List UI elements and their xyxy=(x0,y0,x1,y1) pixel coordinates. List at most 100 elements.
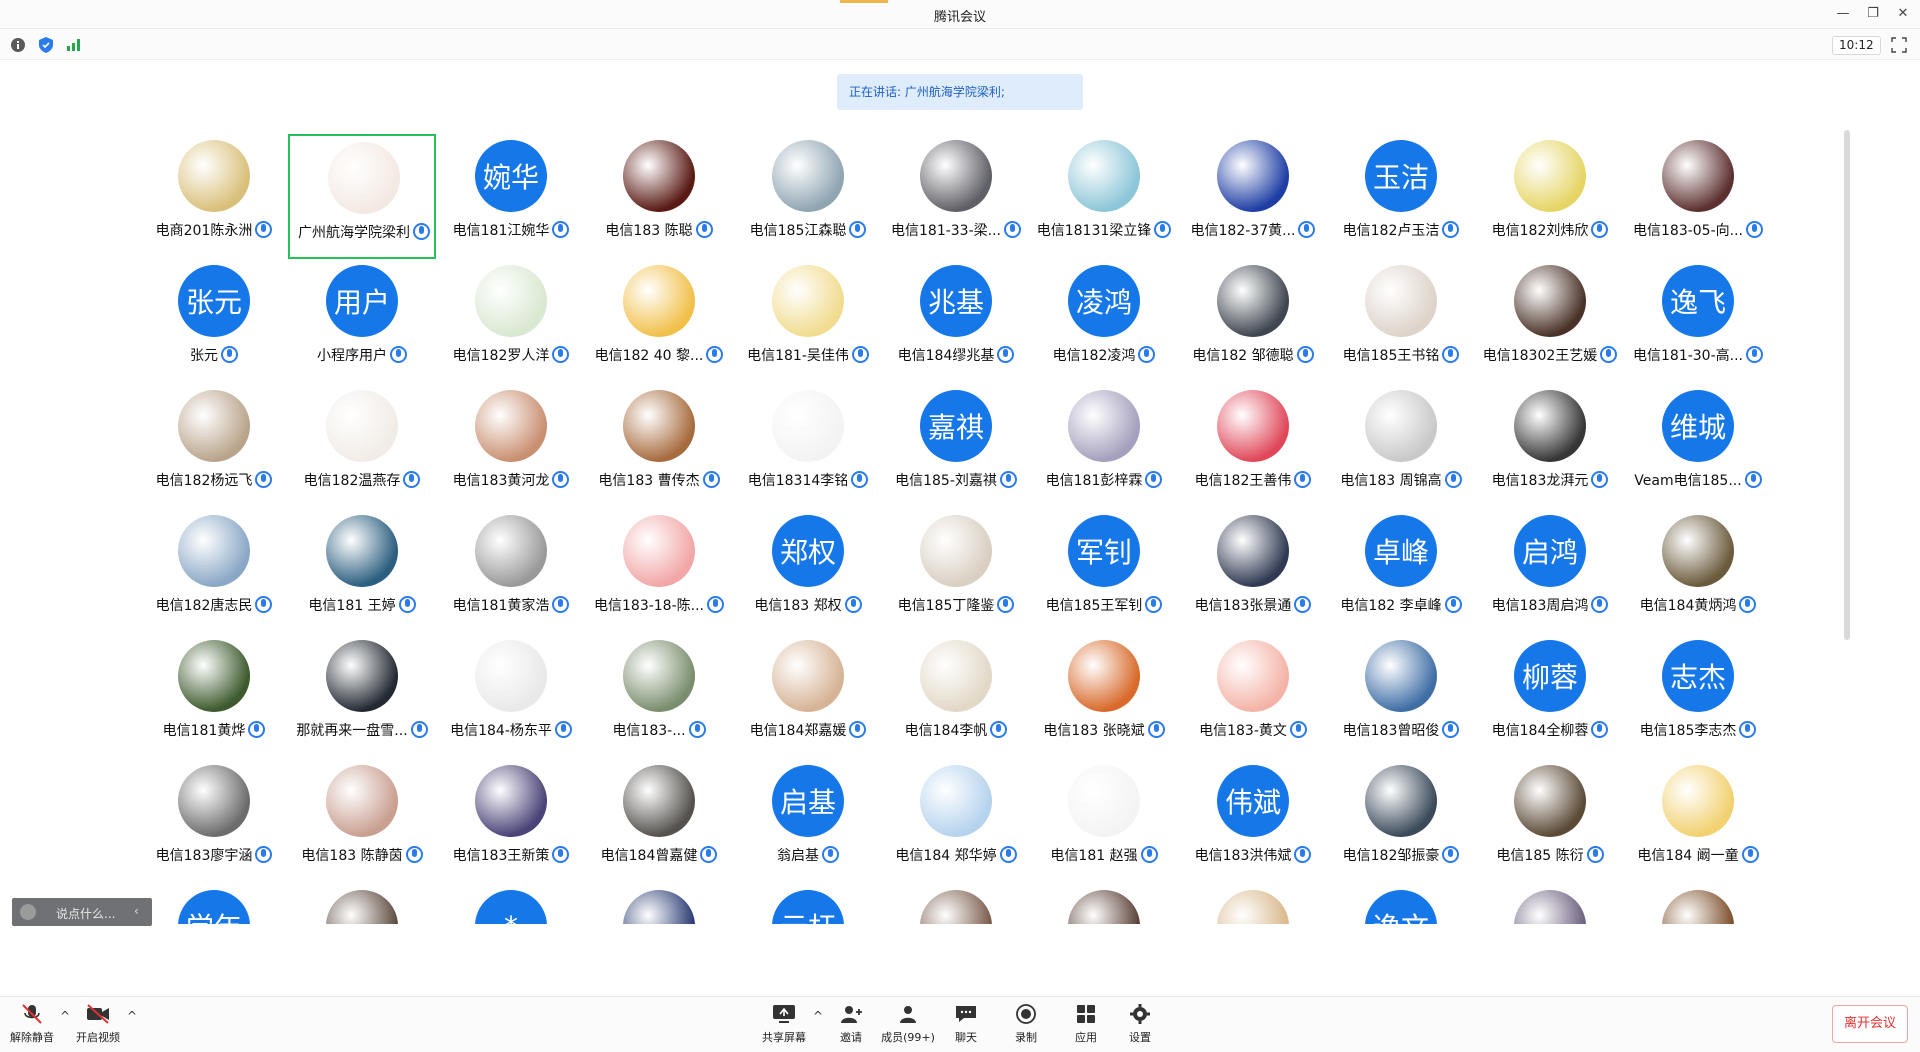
participant-tile[interactable]: 电信183 曹传杰 xyxy=(585,384,733,509)
share-screen-button[interactable]: 共享屏幕 xyxy=(756,1003,812,1045)
participant-tile[interactable]: 电信184曾嘉健 xyxy=(585,759,733,884)
participant-tile[interactable]: 郑权 电信183 郑权 xyxy=(734,509,882,634)
participant-tile[interactable]: 电信184李帆 xyxy=(882,634,1030,759)
participant-tile[interactable]: 电信185 陈衍 xyxy=(1476,759,1624,884)
participant-tile[interactable] xyxy=(882,884,1030,924)
participant-tile[interactable]: 电信183廖宇涵 xyxy=(140,759,288,884)
minimize-button[interactable]: — xyxy=(1832,4,1854,24)
participant-tile[interactable]: 兆基 电信184缪兆基 xyxy=(882,259,1030,384)
participant-tile[interactable]: 电信184 阚一童 xyxy=(1624,759,1772,884)
participant-tile[interactable]: 凌鸿 电信182凌鸿 xyxy=(1030,259,1178,384)
chat-button[interactable]: 聊天 xyxy=(938,1003,994,1045)
participant-tile[interactable]: 电信181-33-梁... xyxy=(882,134,1030,259)
participant-tile[interactable]: 维城 Veam电信185... xyxy=(1624,384,1772,509)
participant-tile[interactable]: 电信18131梁立锋 xyxy=(1030,134,1178,259)
security-shield-icon[interactable] xyxy=(37,36,55,54)
participant-tile[interactable]: 电信183-... xyxy=(585,634,733,759)
participant-tile[interactable]: 张元 张元 xyxy=(140,259,288,384)
leave-meeting-button[interactable]: 离开会议 xyxy=(1832,1005,1908,1043)
participant-tile[interactable]: 电信182 40 黎... xyxy=(585,259,733,384)
participant-tile[interactable]: 电信181黄家浩 xyxy=(437,509,585,634)
participant-tile[interactable]: 电信181 王婷 xyxy=(288,509,436,634)
participant-tile[interactable]: 启基 翁启基 xyxy=(734,759,882,884)
participant-tile[interactable]: 用户 小程序用户 xyxy=(288,259,436,384)
participant-tile[interactable] xyxy=(585,884,733,924)
participant-tile[interactable]: 电信183张景通 xyxy=(1179,509,1327,634)
participant-tile[interactable]: 逸飞 电信181-30-高... xyxy=(1624,259,1772,384)
participant-tile[interactable]: 志杰 电信185李志杰 xyxy=(1624,634,1772,759)
participant-tile[interactable]: 电信184 郑华婷 xyxy=(882,759,1030,884)
participant-tile[interactable]: 电信183 陈静茵 xyxy=(288,759,436,884)
start-video-button[interactable]: 开启视频 xyxy=(70,1003,126,1045)
participant-tile[interactable] xyxy=(288,884,436,924)
network-signal-icon[interactable] xyxy=(64,36,82,54)
participant-tile[interactable]: 伟斌 电信183洪伟斌 xyxy=(1179,759,1327,884)
participant-tile[interactable]: 电信184郑嘉媛 xyxy=(734,634,882,759)
participant-tile[interactable]: 电信181 赵强 xyxy=(1030,759,1178,884)
participant-tile[interactable]: 电信182刘炜欣 xyxy=(1476,134,1624,259)
participant-tile[interactable]: 电商201陈永洲 xyxy=(140,134,288,259)
participant-tile[interactable]: 电信183-18-陈... xyxy=(585,509,733,634)
participant-tile[interactable]: 婉华 电信181江婉华 xyxy=(437,134,585,259)
participant-tile[interactable]: 电信181-吴佳伟 xyxy=(734,259,882,384)
participant-tile[interactable]: 电信183王新策 xyxy=(437,759,585,884)
participant-tile[interactable]: 学年 xyxy=(140,884,288,924)
grid-scrollbar[interactable] xyxy=(1844,130,1850,640)
participant-tile[interactable]: 电信183黄河龙 xyxy=(437,384,585,509)
participant-tile[interactable]: 电信183-05-向... xyxy=(1624,134,1772,259)
audio-options-chevron-icon[interactable]: ^ xyxy=(60,1009,70,1023)
participant-tile[interactable]: 电信182罗人洋 xyxy=(437,259,585,384)
participant-tile[interactable]: 云杆 xyxy=(734,884,882,924)
participant-tile[interactable]: 玉洁 电信182卢玉洁 xyxy=(1327,134,1475,259)
participant-tile[interactable]: 电信183-黄文 xyxy=(1179,634,1327,759)
participant-tile[interactable]: 电信183 张晓斌 xyxy=(1030,634,1178,759)
participant-tile[interactable]: 电信184-杨东平 xyxy=(437,634,585,759)
participant-tile[interactable]: 柳蓉 电信184全柳蓉 xyxy=(1476,634,1624,759)
chat-input[interactable]: 说点什么... ‹ xyxy=(12,898,152,926)
participant-tile[interactable]: 电信18302王艺媛 xyxy=(1476,259,1624,384)
participant-tile[interactable]: 卓峰 电信182 李卓峰 xyxy=(1327,509,1475,634)
participant-tile[interactable]: 电信182唐志民 xyxy=(140,509,288,634)
settings-button[interactable]: 设置 xyxy=(1112,1003,1168,1045)
participant-tile[interactable]: 电信182杨远飞 xyxy=(140,384,288,509)
participant-tile[interactable] xyxy=(1030,884,1178,924)
members-button[interactable]: 成员(99+) xyxy=(880,1003,936,1045)
participant-tile[interactable]: 电信182王善伟 xyxy=(1179,384,1327,509)
participant-tile[interactable] xyxy=(1179,884,1327,924)
info-icon[interactable] xyxy=(9,36,27,54)
participant-tile[interactable]: 军钊 电信185王军钊 xyxy=(1030,509,1178,634)
invite-button[interactable]: 邀请 xyxy=(823,1003,879,1045)
participant-tile[interactable]: 逸文 xyxy=(1327,884,1475,924)
participant-tile[interactable] xyxy=(1476,884,1624,924)
participant-tile[interactable]: 电信182温燕存 xyxy=(288,384,436,509)
collapse-chevron-icon[interactable]: ‹ xyxy=(134,904,139,918)
participant-tile[interactable]: 电信185丁隆鉴 xyxy=(882,509,1030,634)
participant-tile[interactable]: 电信182邹振豪 xyxy=(1327,759,1475,884)
maximize-button[interactable]: ❐ xyxy=(1862,4,1884,24)
participant-tile[interactable]: 电信185王书铭 xyxy=(1327,259,1475,384)
participant-tile[interactable]: * xyxy=(437,884,585,924)
emoji-icon[interactable] xyxy=(20,904,36,920)
participant-tile[interactable]: 电信183 陈聪 xyxy=(585,134,733,259)
participant-tile[interactable]: 嘉祺 电信185-刘嘉祺 xyxy=(882,384,1030,509)
participant-tile[interactable] xyxy=(1624,884,1772,924)
participant-tile[interactable]: 电信184黄炳鸿 xyxy=(1624,509,1772,634)
fullscreen-icon[interactable] xyxy=(1890,36,1908,54)
participant-tile[interactable]: 那就再来一盘雪... xyxy=(288,634,436,759)
participant-tile[interactable]: 广州航海学院梁利 xyxy=(288,134,436,259)
participant-tile[interactable]: 电信185江森聪 xyxy=(734,134,882,259)
participant-tile[interactable]: 电信18314李铭 xyxy=(734,384,882,509)
apps-button[interactable]: 应用 xyxy=(1058,1003,1114,1045)
participant-tile[interactable]: 电信181彭梓霖 xyxy=(1030,384,1178,509)
close-button[interactable]: ✕ xyxy=(1892,4,1914,24)
share-options-chevron-icon[interactable]: ^ xyxy=(813,1009,823,1023)
record-button[interactable]: 录制 xyxy=(998,1003,1054,1045)
video-options-chevron-icon[interactable]: ^ xyxy=(127,1009,137,1023)
participant-tile[interactable]: 启鸿 电信183周启鸿 xyxy=(1476,509,1624,634)
participant-tile[interactable]: 电信183 周锦高 xyxy=(1327,384,1475,509)
participant-tile[interactable]: 电信181黄烨 xyxy=(140,634,288,759)
participant-tile[interactable]: 电信182 邹德聪 xyxy=(1179,259,1327,384)
participant-tile[interactable]: 电信183曾昭俊 xyxy=(1327,634,1475,759)
participant-tile[interactable]: 电信183龙湃元 xyxy=(1476,384,1624,509)
unmute-button[interactable]: 解除静音 xyxy=(4,1003,60,1045)
